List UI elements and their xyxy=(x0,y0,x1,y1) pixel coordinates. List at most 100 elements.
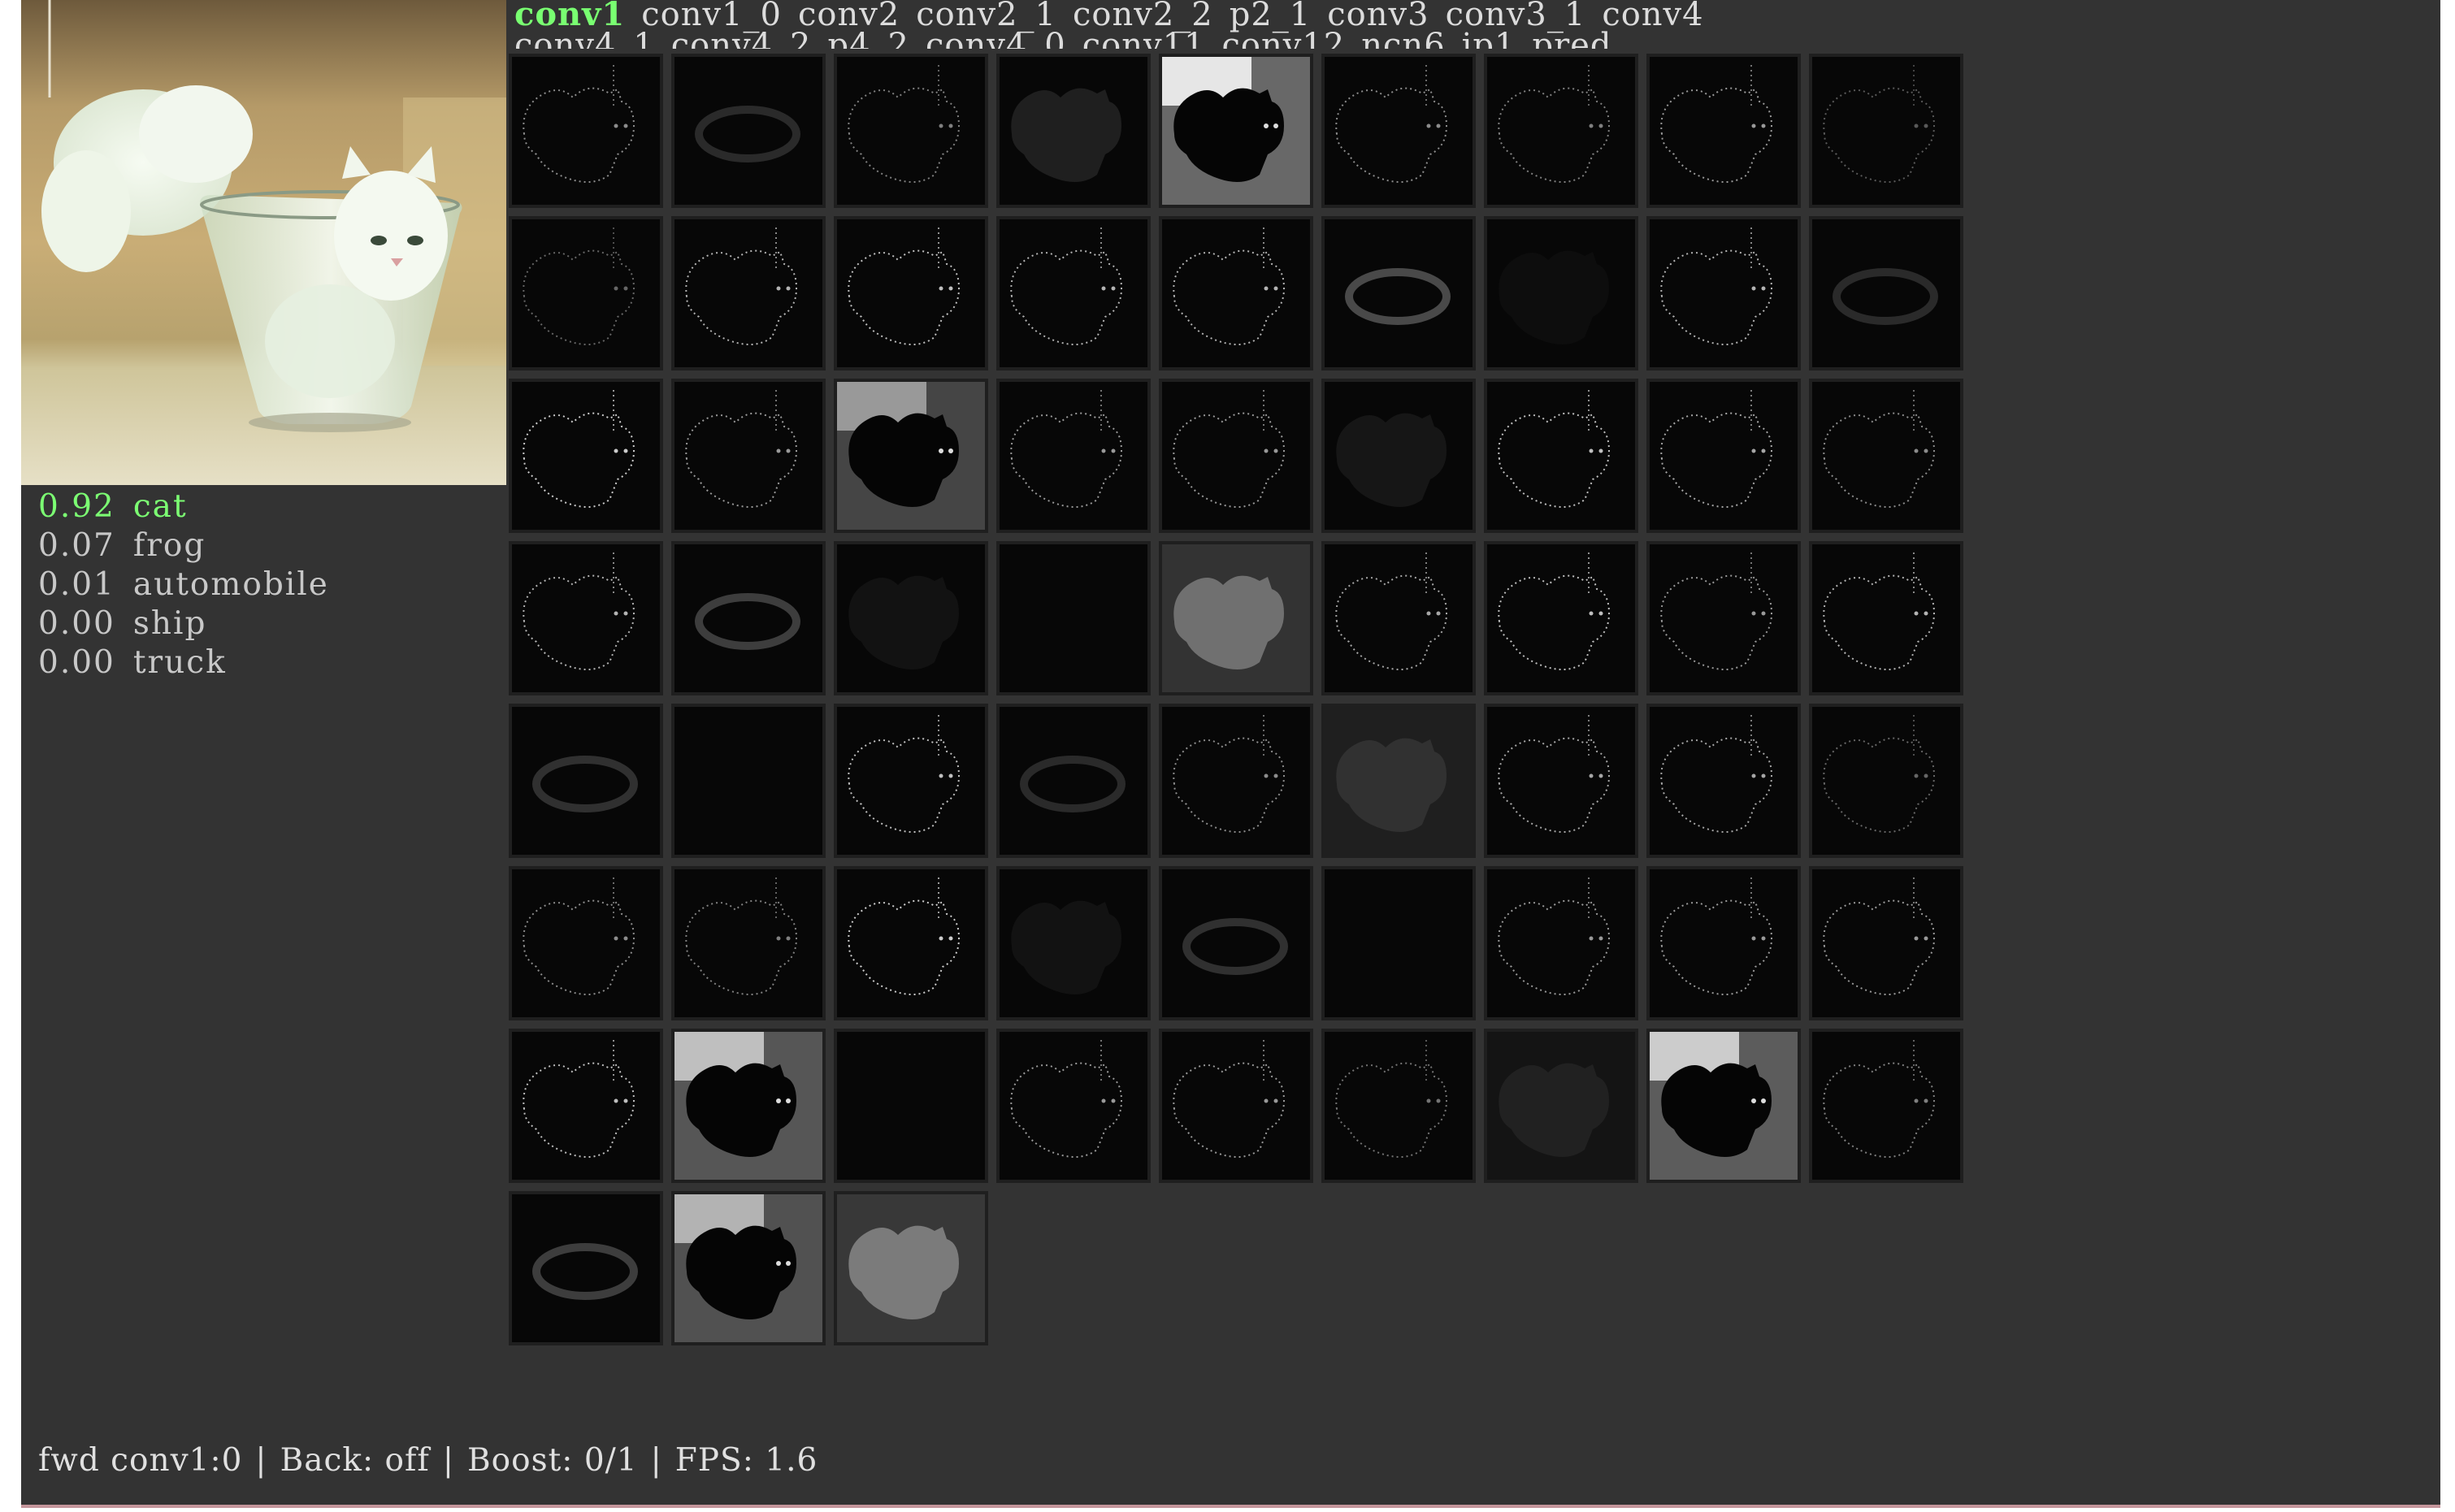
activation-tile[interactable] xyxy=(834,1191,988,1345)
activation-tile[interactable] xyxy=(834,216,988,370)
activation-tile[interactable] xyxy=(996,704,1151,858)
activation-tile[interactable] xyxy=(996,379,1151,533)
activation-tile[interactable] xyxy=(1159,379,1313,533)
layer-tab-conv4-0[interactable]: conv4_0 xyxy=(926,27,1066,49)
activation-tile[interactable] xyxy=(1159,1029,1313,1183)
layer-tab-p4-2[interactable]: p4_2 xyxy=(828,27,910,49)
activation-tile[interactable] xyxy=(1809,379,1963,533)
activation-tile[interactable] xyxy=(1159,54,1313,208)
activation-tile[interactable] xyxy=(1646,54,1801,208)
prediction-label: ship xyxy=(132,605,207,642)
layer-tab-pred[interactable]: pred xyxy=(1533,27,1612,49)
activation-tile[interactable] xyxy=(1321,704,1476,858)
prediction-label: cat xyxy=(132,488,188,525)
prediction-label: truck xyxy=(132,644,227,681)
activation-tile[interactable] xyxy=(1321,1029,1476,1183)
activation-tile[interactable] xyxy=(1646,866,1801,1020)
status-back: Back: off xyxy=(280,1442,430,1479)
activation-tile[interactable] xyxy=(671,704,826,858)
activation-tile[interactable] xyxy=(671,379,826,533)
activation-tile[interactable] xyxy=(834,54,988,208)
activation-tile[interactable] xyxy=(1484,54,1638,208)
activation-tile[interactable] xyxy=(509,1029,663,1183)
activation-tile[interactable] xyxy=(1484,379,1638,533)
activation-tile[interactable] xyxy=(834,379,988,533)
activation-tile[interactable] xyxy=(834,866,988,1020)
activation-tile[interactable] xyxy=(1809,216,1963,370)
activation-grid xyxy=(509,54,1963,1345)
prediction-row: 0.00 ship xyxy=(38,604,329,643)
layer-tab-conv4-2[interactable]: conv4_2 xyxy=(671,27,812,49)
prediction-row: 0.92 cat xyxy=(38,487,329,526)
activation-tile[interactable] xyxy=(1809,704,1963,858)
status-fps: FPS: 1.6 xyxy=(674,1442,818,1479)
activation-tile[interactable] xyxy=(996,541,1151,695)
prediction-probability: 0.01 xyxy=(38,566,115,603)
prediction-probability: 0.07 xyxy=(38,527,115,564)
activation-tile[interactable] xyxy=(996,54,1151,208)
activation-tile[interactable] xyxy=(509,216,663,370)
layer-tab-ip1[interactable]: ip1 xyxy=(1462,27,1516,49)
prediction-list: 0.92 cat 0.07 frog 0.01 automobile 0.00 ship 0.0… xyxy=(38,487,329,682)
activation-tile[interactable] xyxy=(1159,866,1313,1020)
activation-tile[interactable] xyxy=(1809,54,1963,208)
layer-tab-conv11[interactable]: conv11 xyxy=(1082,27,1206,49)
prediction-probability: 0.00 xyxy=(38,644,115,681)
activation-tile[interactable] xyxy=(671,866,826,1020)
activation-tile[interactable] xyxy=(1484,541,1638,695)
activation-tile[interactable] xyxy=(509,379,663,533)
activation-tile[interactable] xyxy=(996,1029,1151,1183)
layer-tab-conv12[interactable]: conv12 xyxy=(1222,27,1346,49)
activation-tile[interactable] xyxy=(671,1029,826,1183)
activation-tile[interactable] xyxy=(671,1191,826,1345)
prediction-label: frog xyxy=(132,527,206,564)
input-image xyxy=(21,0,506,485)
cat-in-glass-image xyxy=(41,0,506,432)
activation-tile[interactable] xyxy=(834,704,988,858)
activation-tile[interactable] xyxy=(1646,379,1801,533)
status-bar: fwd conv1:0 | Back: off | Boost: 0/1 | FPS: 1.… xyxy=(38,1442,818,1479)
activation-tile[interactable] xyxy=(834,1029,988,1183)
activation-tile[interactable] xyxy=(671,54,826,208)
activation-tile[interactable] xyxy=(1321,541,1476,695)
status-separator: | xyxy=(255,1442,267,1479)
activation-tile[interactable] xyxy=(671,541,826,695)
activation-tile[interactable] xyxy=(1484,866,1638,1020)
activation-tile[interactable] xyxy=(1159,216,1313,370)
layer-tabs-row-1: conv1 conv1_0 conv2 conv2_1 conv2_2 p2_1 conv3… xyxy=(514,0,1977,31)
activation-tile[interactable] xyxy=(1646,704,1801,858)
activation-tile[interactable] xyxy=(509,704,663,858)
activation-tile[interactable] xyxy=(509,1191,663,1345)
activation-tile[interactable] xyxy=(834,541,988,695)
activation-tile[interactable] xyxy=(509,866,663,1020)
window-bottom-border xyxy=(21,1505,2440,1508)
activation-tile[interactable] xyxy=(1321,866,1476,1020)
activation-tile[interactable] xyxy=(509,54,663,208)
activation-tile[interactable] xyxy=(1321,54,1476,208)
activation-tile[interactable] xyxy=(1159,541,1313,695)
activation-tile[interactable] xyxy=(1484,216,1638,370)
activation-tile[interactable] xyxy=(1646,541,1801,695)
layer-tab-conv4-1[interactable]: conv4_1 xyxy=(514,27,655,49)
activation-tile[interactable] xyxy=(509,541,663,695)
activation-tile[interactable] xyxy=(996,216,1151,370)
activation-tile[interactable] xyxy=(1484,1029,1638,1183)
activation-tile[interactable] xyxy=(1321,379,1476,533)
layer-tab-conv4[interactable]: conv4 xyxy=(1602,0,1703,33)
activation-tile[interactable] xyxy=(1809,1029,1963,1183)
activation-tile[interactable] xyxy=(1646,1029,1801,1183)
activation-tile[interactable] xyxy=(996,866,1151,1020)
status-separator: | xyxy=(442,1442,454,1479)
activation-tile[interactable] xyxy=(1159,704,1313,858)
deepvis-window: 0.92 cat 0.07 frog 0.01 automobile 0.00 ship 0.0… xyxy=(21,0,2440,1505)
prediction-probability: 0.00 xyxy=(38,605,115,642)
layer-tab-ncn6[interactable]: ncn6 xyxy=(1361,27,1445,49)
activation-tile[interactable] xyxy=(1484,704,1638,858)
activation-tile[interactable] xyxy=(671,216,826,370)
activation-tile[interactable] xyxy=(1646,216,1801,370)
activation-tile[interactable] xyxy=(1809,541,1963,695)
activation-tile[interactable] xyxy=(1809,866,1963,1020)
activation-tile[interactable] xyxy=(1321,216,1476,370)
prediction-row: 0.01 automobile xyxy=(38,565,329,604)
prediction-label: automobile xyxy=(132,566,329,603)
